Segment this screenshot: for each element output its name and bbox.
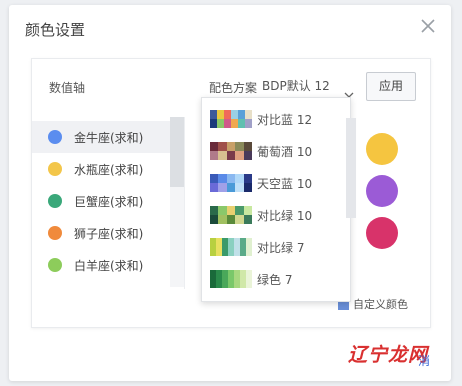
swatch-cell [226,206,236,215]
swatch-cell [218,215,227,224]
series-color-dot [48,130,62,144]
swatch-cell [224,119,231,128]
list-divider [184,117,185,289]
swatch-cell [235,174,244,183]
list-item[interactable]: 水瓶座(求和) [32,153,182,185]
swatch-cell [217,110,224,119]
list-item[interactable]: 巨蟹座(求和) [32,185,182,217]
swatch-cell [235,142,244,151]
axis-series-list: 金牛座(求和) 水瓶座(求和) 巨蟹座(求和) 狮子座(求和) 白羊座(求和) [32,117,182,289]
list-item[interactable]: 白羊座(求和) [32,249,182,281]
swatch-cell [231,110,238,119]
scheme-swatch [210,174,252,192]
swatch-cell [218,206,227,215]
swatch-cell [218,174,227,183]
dropdown-scrollbar-thumb[interactable] [346,118,356,218]
swatch-cell [218,151,227,160]
scheme-name: 对比绿 7 [257,241,305,255]
swatch-cell [210,174,219,183]
scheme-option[interactable]: 葡萄酒 10 [202,134,350,166]
apply-button[interactable]: 应用 [366,72,416,101]
scheme-swatch [210,110,252,128]
swatch-cell [235,215,244,224]
swatch-cell [238,110,245,119]
swatch-cell [226,215,236,224]
swatch-cell [210,110,217,119]
list-scrollbar-thumb[interactable] [170,117,184,187]
list-item[interactable]: 金牛座(求和) [32,121,182,153]
scheme-name: 葡萄酒 10 [257,145,313,159]
swatch-cell [235,151,244,160]
swatch-cell [243,151,252,160]
preview-color-circle[interactable] [366,133,398,165]
series-label: 巨蟹座(求和) [74,195,144,209]
swatch-cell [235,183,244,192]
scheme-option[interactable]: 对比绿 10 [202,198,350,230]
scheme-option[interactable]: 对比蓝 12 [202,102,350,134]
list-item[interactable]: 狮子座(求和) [32,217,182,249]
series-label: 金牛座(求和) [74,131,144,145]
swatch-cell [226,142,236,151]
swatch-cell [243,142,252,151]
series-label: 狮子座(求和) [74,227,144,241]
swatch-cell [231,119,238,128]
series-label: 白羊座(求和) [74,259,144,273]
series-color-dot [48,162,62,176]
preview-color-circle[interactable] [366,217,398,249]
swatch-cell [243,215,252,224]
swatch-cell [210,151,219,160]
scheme-option[interactable]: 绿色 7 [202,262,350,294]
swatch-cell [246,238,252,256]
series-label: 水瓶座(求和) [74,163,144,177]
swatch-cell [218,142,227,151]
color-scheme-select[interactable]: BDP默认 12 [262,73,358,99]
scheme-name: 对比绿 10 [257,209,313,223]
swatch-cell [246,270,252,288]
cancel-link-fragment[interactable]: 消 [418,352,430,369]
color-scheme-label: 配色方案 [209,81,258,95]
scheme-swatch [210,142,252,160]
swatch-cell [226,151,236,160]
scheme-swatch [210,238,252,256]
scheme-option[interactable]: 对比绿 7 [202,230,350,262]
swatch-cell [226,183,236,192]
preview-color-circle[interactable] [366,175,398,207]
swatch-cell [238,119,245,128]
scheme-swatch [210,206,252,224]
swatch-cell [245,119,252,128]
watermark-text: 辽宁龙网 [348,344,429,366]
swatch-cell [235,206,244,215]
series-color-dot [48,194,62,208]
swatch-cell [218,183,227,192]
swatch-cell [210,119,217,128]
swatch-cell [217,119,224,128]
scheme-name: 绿色 7 [257,273,293,287]
scheme-name: 对比蓝 12 [257,113,313,127]
color-scheme-dropdown: 对比蓝 12 葡萄酒 10 天空蓝 10 对比绿 10 对比绿 7 绿色 7 [201,97,351,302]
swatch-cell [210,142,219,151]
scheme-selected-value: BDP默认 12 [262,79,330,93]
value-axis-label: 数值轴 [49,81,86,95]
close-icon[interactable] [419,17,437,35]
swatch-cell [226,174,236,183]
swatch-cell [243,206,252,215]
dialog-title: 颜色设置 [25,21,86,39]
swatch-cell [245,110,252,119]
custom-color-label: 自定义颜色 [353,298,408,311]
series-color-dot [48,226,62,240]
swatch-cell [243,183,252,192]
swatch-cell [243,174,252,183]
scheme-option[interactable]: 天空蓝 10 [202,166,350,198]
swatch-cell [210,215,219,224]
scheme-swatch [210,270,252,288]
swatch-cell [210,183,219,192]
series-color-dot [48,258,62,272]
swatch-cell [210,206,219,215]
scheme-name: 天空蓝 10 [257,177,313,191]
swatch-cell [224,110,231,119]
